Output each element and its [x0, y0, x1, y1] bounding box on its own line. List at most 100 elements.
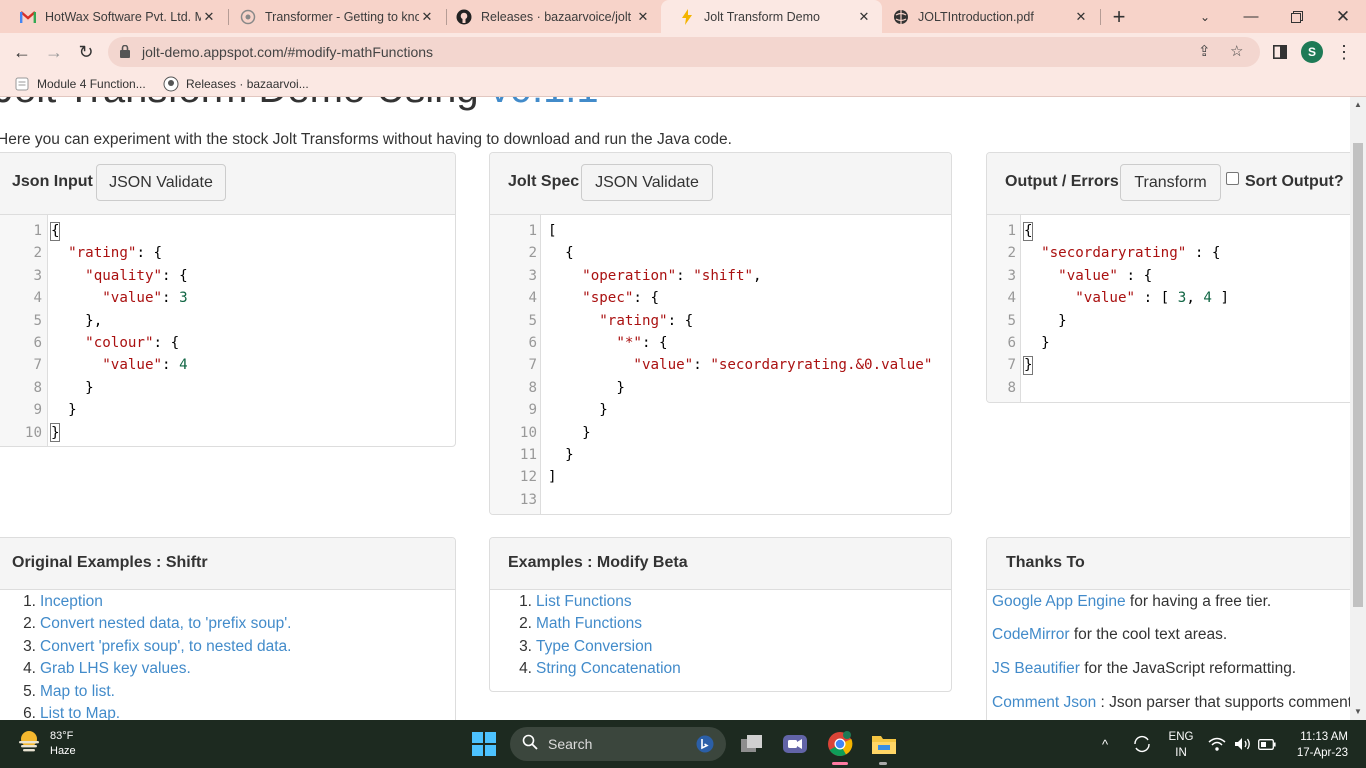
- example-link[interactable]: Convert 'prefix soup', to nested data.: [40, 638, 291, 655]
- file-explorer-icon[interactable]: [868, 728, 900, 760]
- example-link[interactable]: List Functions: [536, 593, 632, 610]
- close-icon[interactable]: ✕: [419, 9, 435, 25]
- taskbar-search[interactable]: Search: [510, 727, 726, 761]
- speaker-icon[interactable]: [1234, 720, 1252, 768]
- windows-start-icon[interactable]: [468, 728, 500, 760]
- globe-icon: [893, 9, 909, 25]
- list-item: 1. List Functions: [519, 593, 632, 610]
- matching-bracket-highlight: [1023, 356, 1033, 375]
- line-number: 6: [33, 335, 42, 351]
- close-icon[interactable]: ✕: [1073, 9, 1089, 25]
- show-hidden-icons-chevron-icon[interactable]: ^: [1102, 720, 1108, 768]
- language-indicator[interactable]: ENG IN: [1166, 729, 1196, 761]
- tab-jolt-demo[interactable]: Jolt Transform Demo ✕: [661, 0, 882, 33]
- example-link[interactable]: List to Map.: [40, 705, 120, 720]
- menu-kebab-icon[interactable]: ⋮: [1334, 38, 1354, 66]
- close-icon[interactable]: ✕: [201, 9, 217, 25]
- minimize-icon[interactable]: —: [1228, 0, 1274, 33]
- sort-output-label: Sort Output?: [1245, 173, 1344, 190]
- bookmark-releases[interactable]: Releases · bazaarvoi...: [163, 74, 309, 94]
- teams-chat-icon[interactable]: [779, 728, 811, 760]
- page-scrollbar[interactable]: ▲ ▼: [1350, 97, 1366, 720]
- example-link[interactable]: Type Conversion: [536, 638, 652, 655]
- network-sync-icon[interactable]: [1132, 720, 1152, 768]
- close-icon[interactable]: ✕: [856, 9, 872, 25]
- tab-transformer[interactable]: Transformer - Getting to know ✕: [222, 0, 445, 33]
- panel-title: Thanks To: [1006, 554, 1085, 571]
- scrollbar-thumb[interactable]: [1353, 143, 1363, 607]
- example-link[interactable]: Grab LHS key values.: [40, 660, 191, 677]
- example-link[interactable]: Convert nested data, to 'prefix soup'.: [40, 615, 291, 632]
- address-bar[interactable]: jolt-demo.appspot.com/#modify-mathFuncti…: [108, 37, 1260, 67]
- chrome-icon[interactable]: [824, 728, 856, 760]
- battery-icon[interactable]: [1258, 720, 1276, 768]
- tab-search-chevron-icon[interactable]: ⌄: [1182, 0, 1228, 33]
- jolt-spec-editor[interactable]: 1[2 {3 "operation": "shift", 4 "spec": {5…: [490, 215, 951, 514]
- json-input-editor[interactable]: 1{2 "rating": {3 "quality": {4 "value": …: [0, 215, 455, 446]
- scroll-down-icon[interactable]: ▼: [1354, 707, 1362, 716]
- url-text: jolt-demo.appspot.com/#modify-mathFuncti…: [142, 44, 434, 60]
- system-clock[interactable]: 11:13 AM 17-Apr-23: [1286, 729, 1348, 761]
- example-link[interactable]: Map to list.: [40, 683, 115, 700]
- back-arrow-icon[interactable]: ←: [7, 37, 37, 67]
- jolt-spec-panel: Jolt Spec JSON Validate 1[2 {3 "operatio…: [489, 152, 952, 515]
- restore-icon[interactable]: [1274, 0, 1320, 33]
- forward-arrow-icon[interactable]: →: [39, 37, 69, 67]
- thanks-item: Comment Json : Json parser that supports…: [992, 694, 1350, 711]
- close-icon[interactable]: ✕: [635, 9, 651, 25]
- list-item: 1. Inception: [23, 593, 103, 610]
- line-number: 5: [1007, 312, 1016, 329]
- sort-output-checkbox[interactable]: [1226, 172, 1239, 185]
- json-validate-spec-button[interactable]: JSON Validate: [581, 164, 713, 201]
- thanks-link[interactable]: JS Beautifier: [992, 660, 1080, 677]
- page-title: Jolt Transform Demo Using v0.1.1: [0, 97, 599, 112]
- tab-pdf[interactable]: JOLTIntroduction.pdf ✕: [875, 0, 1099, 33]
- code-line: 5 },: [0, 310, 455, 332]
- code-line: 5 }: [987, 310, 1350, 332]
- example-link[interactable]: Math Functions: [536, 615, 642, 632]
- wifi-icon[interactable]: [1208, 720, 1226, 768]
- profile-avatar[interactable]: S: [1300, 38, 1324, 66]
- list-item: 3. Type Conversion: [519, 637, 653, 655]
- code-text: "*": {: [616, 335, 668, 351]
- json-validate-input-button[interactable]: JSON Validate: [96, 164, 226, 201]
- output-editor[interactable]: 1{2 "secordaryrating" : {3 "value" : {4 …: [987, 215, 1350, 402]
- example-link[interactable]: Inception: [40, 593, 103, 610]
- tab-gmail[interactable]: HotWax Software Pvt. Ltd. Mail ✕: [2, 0, 227, 33]
- code-text: },: [51, 312, 103, 329]
- thanks-link[interactable]: Google App Engine: [992, 593, 1126, 610]
- reload-icon[interactable]: ↻: [71, 37, 101, 67]
- thanks-link[interactable]: CodeMirror: [992, 626, 1070, 643]
- scroll-up-icon[interactable]: ▲: [1354, 100, 1362, 109]
- modify-examples-list: 1. List Functions 2. Math Functions 3. Type…: [512, 591, 681, 681]
- line-number: 5: [33, 312, 42, 329]
- code-line: 10}: [0, 422, 455, 444]
- code-line: 1[: [490, 220, 951, 242]
- thanks-link[interactable]: Comment Json: [992, 694, 1096, 711]
- side-panel-icon[interactable]: [1268, 38, 1292, 66]
- line-number: 10: [24, 424, 42, 441]
- weather-widget[interactable]: 83°F Haze: [16, 728, 76, 759]
- thanks-item: JS Beautifier for the JavaScript reforma…: [992, 660, 1297, 677]
- line-number: 2: [1007, 245, 1016, 262]
- page-viewport: Jolt Transform Demo Using v0.1.1 Here yo…: [0, 97, 1350, 720]
- share-icon[interactable]: ⇪: [1198, 42, 1211, 60]
- code-text: "secordaryrating" : {: [1041, 245, 1221, 262]
- line-number: 4: [1007, 290, 1016, 307]
- window-close-icon[interactable]: ✕: [1320, 0, 1366, 33]
- matching-bracket-highlight: [50, 222, 60, 241]
- transform-button[interactable]: Transform: [1120, 164, 1221, 201]
- line-number: 6: [528, 335, 537, 351]
- thanks-panel: Thanks To Google App Engine for having a…: [986, 537, 1350, 720]
- panel-header: Thanks To: [987, 538, 1350, 590]
- tab-strip: HotWax Software Pvt. Ltd. Mail ✕ Transfo…: [0, 0, 1366, 33]
- example-link[interactable]: String Concatenation: [536, 660, 681, 677]
- code-text: ]: [548, 469, 557, 486]
- bookmark-star-icon[interactable]: ☆: [1230, 42, 1243, 60]
- tab-releases[interactable]: Releases · bazaarvoice/jolt ✕: [438, 0, 661, 33]
- bookmark-module4[interactable]: Module 4 Function...: [14, 74, 146, 94]
- line-number: 1: [1007, 223, 1016, 239]
- new-tab-icon[interactable]: +: [1096, 0, 1142, 33]
- task-view-icon[interactable]: [736, 728, 768, 760]
- code-line: 1{: [0, 220, 455, 242]
